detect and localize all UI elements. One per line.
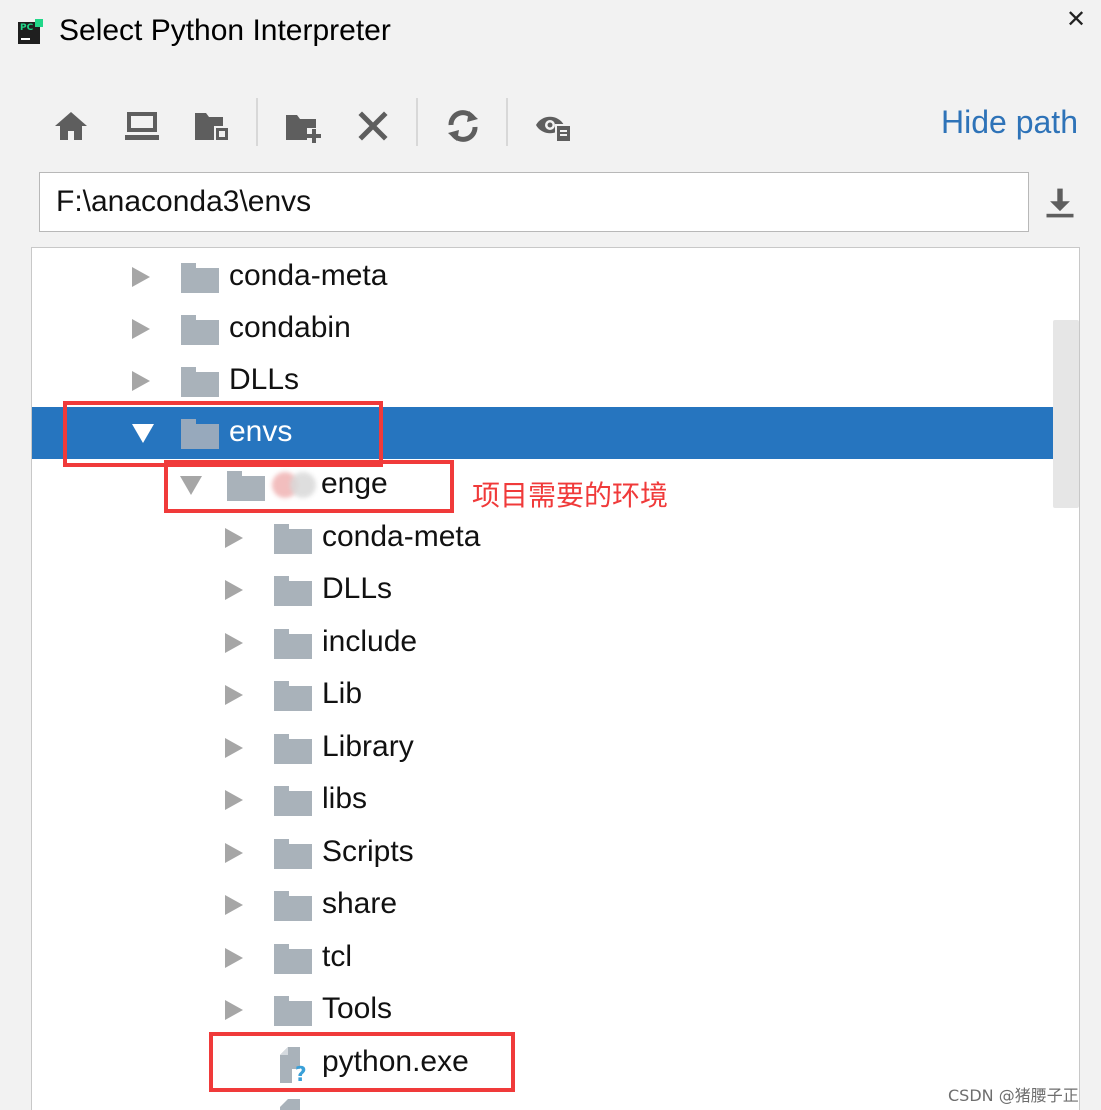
tree-row-label: Lib	[322, 677, 363, 710]
tree-row-condabin[interactable]: condabin	[32, 303, 1079, 355]
folder-icon	[227, 471, 265, 501]
folder-icon	[274, 524, 312, 554]
tree-row-label: conda-meta	[322, 520, 481, 553]
folder-icon	[274, 891, 312, 921]
delete-icon[interactable]	[351, 96, 395, 156]
tree-row-label: DLLs	[229, 363, 300, 396]
tree-row-label: condabin	[229, 311, 351, 344]
expand-arrow-icon[interactable]	[222, 617, 246, 669]
expand-arrow-icon[interactable]	[222, 827, 246, 879]
unknown-file-icon: ?	[278, 1047, 310, 1086]
expand-arrow-icon[interactable]	[222, 722, 246, 774]
file-icon	[278, 1099, 310, 1110]
tree-row-label: tcl	[322, 940, 352, 973]
tree-row-tcl[interactable]: tcl	[32, 932, 1079, 984]
tree-row-dlls[interactable]: DLLs	[32, 355, 1079, 407]
title-bar: PC Select Python Interpreter ✕	[0, 0, 1101, 70]
expand-arrow-icon[interactable]	[129, 355, 153, 407]
expand-arrow-icon[interactable]	[222, 669, 246, 721]
new-folder-icon[interactable]	[281, 96, 325, 156]
home-icon[interactable]	[49, 96, 93, 156]
folder-icon	[274, 629, 312, 659]
folder-icon	[274, 734, 312, 764]
tree-row-label: envs	[229, 415, 293, 448]
collapse-arrow-icon[interactable]	[131, 407, 155, 459]
tree-row-partial	[32, 1089, 1079, 1110]
toolbar-separator	[256, 98, 258, 146]
expand-arrow-icon[interactable]	[222, 932, 246, 984]
close-icon[interactable]: ✕	[1064, 8, 1088, 32]
tree-scrollbar[interactable]	[1053, 320, 1079, 508]
show-hidden-files-icon[interactable]	[532, 96, 576, 156]
svg-text:?: ?	[295, 1062, 307, 1083]
tree-row-label: share	[322, 887, 398, 920]
folder-icon	[274, 944, 312, 974]
tree-row-tools[interactable]: Tools	[32, 984, 1079, 1036]
tree-row-libs[interactable]: libs	[32, 774, 1079, 826]
tree-row-conda-meta[interactable]: conda-meta	[32, 512, 1079, 564]
desktop-icon[interactable]	[120, 96, 164, 156]
tree-row-label: Library	[322, 730, 414, 763]
folder-icon	[181, 419, 219, 449]
path-input[interactable]	[39, 172, 1029, 232]
expand-arrow-icon[interactable]	[222, 879, 246, 931]
watermark: CSDN @猪腰子正	[948, 1086, 1079, 1105]
tree-row-python-exe[interactable]: ? python.exe	[32, 1037, 1079, 1089]
expand-arrow-icon[interactable]	[222, 774, 246, 826]
file-tree[interactable]: conda-meta condabin DLLs envs enge conda…	[31, 247, 1080, 1110]
tree-row-lib[interactable]: Lib	[32, 669, 1079, 721]
tree-row-share[interactable]: share	[32, 879, 1079, 931]
expand-arrow-icon[interactable]	[129, 303, 153, 355]
folder-icon	[274, 786, 312, 816]
pycharm-icon: PC	[18, 19, 43, 44]
tree-row-label: Tools	[322, 992, 393, 1025]
refresh-icon[interactable]	[441, 96, 485, 156]
tree-row-include[interactable]: include	[32, 617, 1079, 669]
folder-icon	[181, 263, 219, 293]
toolbar-separator	[506, 98, 508, 146]
project-folder-icon[interactable]	[190, 96, 234, 156]
expand-arrow-icon[interactable]	[222, 564, 246, 616]
expand-arrow-icon[interactable]	[222, 512, 246, 564]
tree-row-label: conda-meta	[229, 259, 388, 292]
tree-row-label: libs	[322, 782, 368, 815]
expand-arrow-icon[interactable]	[222, 984, 246, 1036]
hide-path-link[interactable]: Hide path	[941, 104, 1078, 141]
tree-row-label: DLLs	[322, 572, 393, 605]
tree-row-library[interactable]: Library	[32, 722, 1079, 774]
expand-arrow-icon[interactable]	[129, 251, 153, 303]
folder-icon	[274, 839, 312, 869]
folder-icon	[274, 996, 312, 1026]
toolbar-separator	[416, 98, 418, 146]
tree-row-dlls[interactable]: DLLs	[32, 564, 1079, 616]
tree-row-label: python.exe	[322, 1045, 469, 1078]
download-icon[interactable]	[1040, 182, 1080, 224]
tree-row-label: include	[322, 625, 418, 658]
folder-icon	[181, 315, 219, 345]
folder-icon	[274, 681, 312, 711]
redacted-mark	[290, 472, 316, 498]
dialog-title: Select Python Interpreter	[59, 14, 391, 47]
annotation-label: 项目需要的环境	[472, 479, 669, 512]
tree-row-envs[interactable]: envs	[32, 407, 1079, 459]
tree-row-label: Scripts	[322, 835, 414, 868]
tree-row-scripts[interactable]: Scripts	[32, 827, 1079, 879]
tree-row-label: enge	[321, 467, 388, 500]
folder-icon	[181, 367, 219, 397]
tree-row-conda-meta[interactable]: conda-meta	[32, 251, 1079, 303]
toolbar: Hide path	[0, 96, 1101, 156]
collapse-arrow-icon[interactable]	[179, 459, 203, 511]
folder-icon	[274, 576, 312, 606]
